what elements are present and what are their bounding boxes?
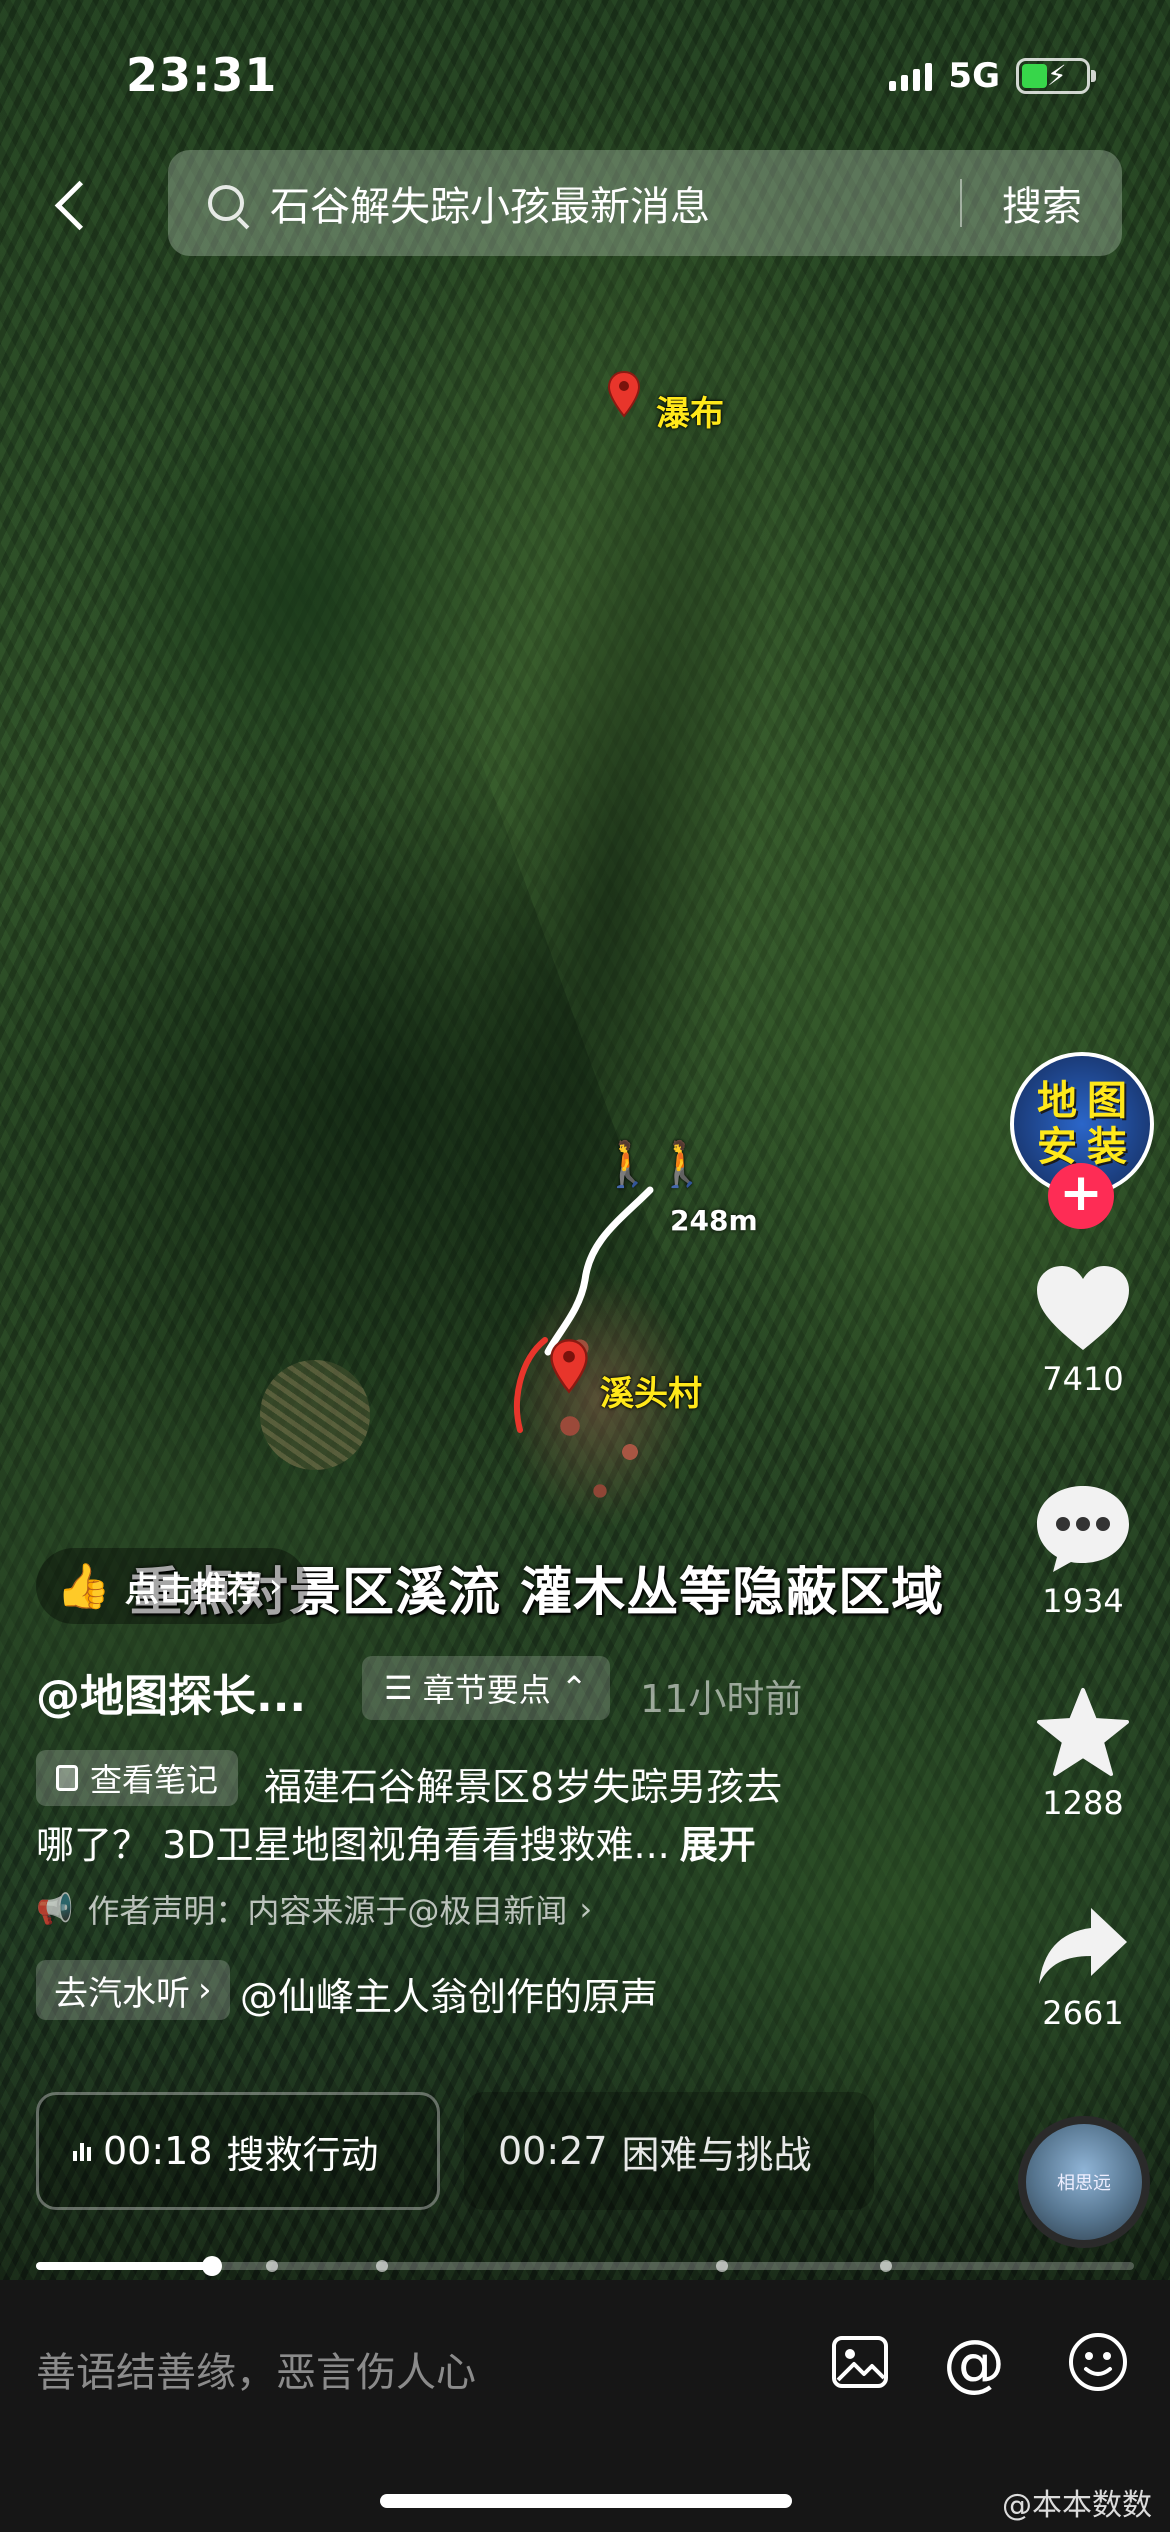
like-count: 7410 xyxy=(1042,1360,1124,1398)
map-pin-icon[interactable] xyxy=(606,370,642,418)
waterfall-label: 瀑布 xyxy=(656,394,724,434)
progress-fill xyxy=(36,2262,212,2270)
comment-input[interactable]: 善语结善缘，恶言伤人心 xyxy=(36,2340,476,2398)
view-note-label: 查看笔记 xyxy=(90,1761,219,1799)
comment-button[interactable]: 1934 xyxy=(1020,1480,1146,1620)
route-track xyxy=(514,1186,654,1433)
listen-button[interactable]: 去汽水听 › xyxy=(36,1960,230,2020)
music-disc-text: 相思远 xyxy=(1057,2173,1111,2194)
progress-knob[interactable] xyxy=(202,2256,222,2276)
speaker-icon: 📢 xyxy=(36,1891,74,1927)
video-progress-bar[interactable] xyxy=(36,2256,1134,2276)
network-type: 5G xyxy=(948,56,1000,96)
satellite-map[interactable]: 瀑布 🚶🚶 248m 溪头村 xyxy=(0,0,1170,2280)
chapter-marker xyxy=(880,2260,892,2272)
post-time: 11小时前 xyxy=(640,1677,803,1721)
listen-label: 去汽水听 xyxy=(54,1973,190,2014)
follow-button[interactable]: + xyxy=(1048,1163,1114,1229)
search-icon xyxy=(208,185,244,221)
author-declaration[interactable]: 📢 作者声明：内容来源于@极目新闻 › xyxy=(36,1886,592,1932)
declaration-text: 作者声明：内容来源于@极目新闻 xyxy=(87,1892,568,1930)
chapter-card-2[interactable]: 00:27 困难与挑战 xyxy=(464,2092,874,2210)
chevron-up-icon: ⌃ xyxy=(560,1669,588,1707)
watermark: @本本数数 xyxy=(1002,2488,1152,2523)
signal-icon xyxy=(889,61,933,91)
favorite-button[interactable]: 1288 xyxy=(1020,1686,1146,1822)
chapter-card-1[interactable]: 00:18 搜救行动 xyxy=(36,2092,440,2210)
chapter-marker xyxy=(716,2260,728,2272)
chapter-marker xyxy=(376,2260,388,2272)
battery-icon: ⚡ xyxy=(1016,58,1096,94)
description-line1: 福建石谷解景区8岁失踪男孩去 xyxy=(264,1765,783,1809)
status-time: 23:31 xyxy=(126,48,278,102)
at-icon[interactable]: @ xyxy=(936,2324,1012,2400)
chevron-right-icon: › xyxy=(198,1970,212,2010)
avatar-text-line1: 地图 xyxy=(1037,1078,1137,1124)
distance-label: 248m xyxy=(670,1204,758,1237)
recommend-label: 点击推荐 xyxy=(124,1569,261,1610)
playing-icon xyxy=(73,2141,91,2161)
note-icon xyxy=(56,1765,78,1791)
star-icon xyxy=(1020,1686,1146,1778)
comment-icon xyxy=(1020,1480,1146,1576)
share-icon xyxy=(1020,1904,1146,1988)
chapter-marker xyxy=(266,2260,278,2272)
home-indicator[interactable] xyxy=(380,2494,792,2508)
back-icon[interactable] xyxy=(48,174,92,234)
recommend-button[interactable]: 👍 点击推荐 › xyxy=(36,1548,309,1624)
description-text: 哪了？ 3D卫星地图视角看看搜救难... xyxy=(36,1823,670,1867)
chapter-title: 搜救行动 xyxy=(226,2132,379,2177)
share-button[interactable]: 2661 xyxy=(1020,1904,1146,2032)
search-bar[interactable]: 石谷解失踪小孩最新消息 搜索 xyxy=(168,150,1122,256)
chevron-right-icon: › xyxy=(268,1566,283,1606)
music-credit[interactable]: @仙峰主人翁创作的原声 xyxy=(240,1966,658,2021)
expand-link[interactable]: 展开 xyxy=(680,1823,756,1867)
thumb-icon: 👍 xyxy=(56,1561,111,1612)
chapter-toggle-label: 章节要点 xyxy=(422,1671,551,1709)
share-count: 2661 xyxy=(1042,1994,1124,2032)
hiker-icon: 🚶🚶 xyxy=(600,1139,710,1190)
view-note-button[interactable]: 查看笔记 xyxy=(36,1750,239,1806)
comment-count: 1934 xyxy=(1042,1582,1124,1620)
chapter-time: 00:27 xyxy=(498,2129,608,2173)
search-input[interactable]: 石谷解失踪小孩最新消息 xyxy=(270,174,960,232)
comment-bar: 善语结善缘，恶言伤人心 @ @本本数数 xyxy=(0,2280,1170,2532)
author-name[interactable]: @地图探长... xyxy=(36,1660,306,1724)
like-button[interactable]: 7410 xyxy=(1020,1262,1146,1398)
image-icon[interactable] xyxy=(822,2324,898,2400)
heart-icon xyxy=(1020,1262,1146,1354)
description-line2: 哪了？ 3D卫星地图视角看看搜救难... 展开 xyxy=(36,1814,756,1869)
chapter-title: 困难与挑战 xyxy=(621,2132,812,2177)
chevron-right-icon: › xyxy=(579,1890,593,1928)
favorite-count: 1288 xyxy=(1042,1784,1124,1822)
map-pin-icon[interactable] xyxy=(548,1338,590,1394)
list-icon: ☰ xyxy=(384,1669,413,1707)
search-button[interactable]: 搜索 xyxy=(962,174,1122,232)
emoji-icon[interactable] xyxy=(1060,2324,1136,2400)
chapter-toggle[interactable]: ☰ 章节要点 ⌃ xyxy=(362,1656,610,1720)
music-disc[interactable]: 相思远 xyxy=(1018,2116,1150,2248)
village-label: 溪头村 xyxy=(600,1374,702,1414)
chapter-time: 00:18 xyxy=(103,2129,213,2173)
status-indicators: 5G ⚡ xyxy=(889,56,1096,96)
